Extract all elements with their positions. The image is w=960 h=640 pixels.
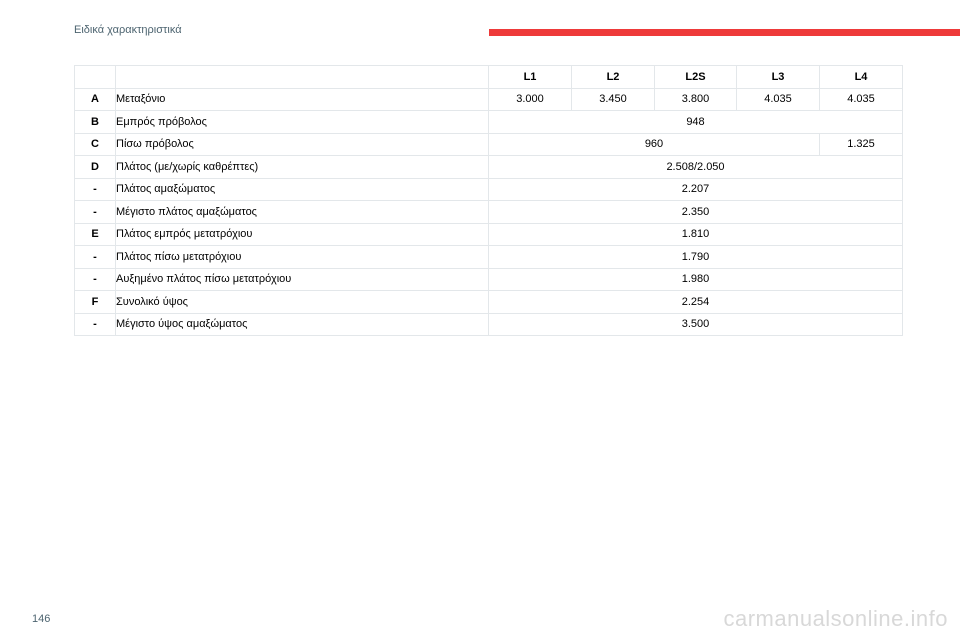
row-label: Πλάτος (με/χωρίς καθρέπτες) — [115, 155, 489, 179]
row-code: - — [74, 267, 116, 291]
table-row: - Πλάτος πίσω μετατρόχιου 1.790 — [74, 245, 903, 269]
table-row: - Αυξημένο πλάτος πίσω μετατρόχιου 1.980 — [74, 267, 903, 291]
page-number: 146 — [32, 613, 51, 625]
value-cell: 4.035 — [819, 87, 903, 111]
table-row: D Πλάτος (με/χωρίς καθρέπτες) 2.508/2.05… — [74, 155, 903, 179]
row-label: Μέγιστο πλάτος αμαξώματος — [115, 200, 489, 224]
row-label: Μέγιστο ύψος αμαξώματος — [115, 312, 489, 336]
table-row: A Μεταξόνιο 3.000 3.450 3.800 4.035 4.03… — [74, 87, 903, 111]
value-cell: 4.035 — [736, 87, 820, 111]
section-title: Ειδικά χαρακτηριστικά — [74, 24, 182, 36]
table-row: - Πλάτος αμαξώματος 2.207 — [74, 177, 903, 201]
table-row: B Εμπρός πρόβολος 948 — [74, 110, 903, 134]
value-cell: 960 — [488, 132, 820, 156]
value-cell: 948 — [488, 110, 903, 134]
value-cell: 3.800 — [654, 87, 737, 111]
value-cell: 3.450 — [571, 87, 655, 111]
row-label: Εμπρός πρόβολος — [115, 110, 489, 134]
row-code: D — [74, 155, 116, 179]
header-blank-cell — [74, 65, 116, 89]
row-code: B — [74, 110, 116, 134]
watermark: carmanualsonline.info — [723, 606, 948, 631]
column-header: L2 — [571, 65, 655, 89]
dimensions-table: L1 L2 L2S L3 L4 A Μεταξόνιο 3.000 3.450 … — [74, 65, 903, 336]
table-row: C Πίσω πρόβολος 960 1.325 — [74, 132, 903, 156]
row-code: F — [74, 290, 116, 314]
column-header: L2S — [654, 65, 737, 89]
row-label: Συνολικό ύψος — [115, 290, 489, 314]
row-code: - — [74, 312, 116, 336]
row-label: Πλάτος πίσω μετατρόχιου — [115, 245, 489, 269]
accent-bar — [489, 29, 960, 36]
table-row: F Συνολικό ύψος 2.254 — [74, 290, 903, 314]
table-row: - Μέγιστο ύψος αμαξώματος 3.500 — [74, 312, 903, 336]
row-label: Πλάτος εμπρός μετατρόχιου — [115, 222, 489, 246]
row-code: A — [74, 87, 116, 111]
row-label: Πίσω πρόβολος — [115, 132, 489, 156]
row-code: - — [74, 200, 116, 224]
column-header: L1 — [488, 65, 572, 89]
table-row: - Μέγιστο πλάτος αμαξώματος 2.350 — [74, 200, 903, 224]
value-cell: 2.254 — [488, 290, 903, 314]
table-header-row: L1 L2 L2S L3 L4 — [74, 65, 903, 89]
row-code: C — [74, 132, 116, 156]
row-code: - — [74, 245, 116, 269]
value-cell: 2.350 — [488, 200, 903, 224]
row-label: Αυξημένο πλάτος πίσω μετατρόχιου — [115, 267, 489, 291]
value-cell: 3.500 — [488, 312, 903, 336]
value-cell: 2.207 — [488, 177, 903, 201]
value-cell: 2.508/2.050 — [488, 155, 903, 179]
row-label: Πλάτος αμαξώματος — [115, 177, 489, 201]
value-cell: 1.810 — [488, 222, 903, 246]
row-label: Μεταξόνιο — [115, 87, 489, 111]
table-row: E Πλάτος εμπρός μετατρόχιου 1.810 — [74, 222, 903, 246]
header-blank-cell — [115, 65, 489, 89]
value-cell: 1.325 — [819, 132, 903, 156]
value-cell: 1.980 — [488, 267, 903, 291]
value-cell: 1.790 — [488, 245, 903, 269]
row-code: E — [74, 222, 116, 246]
value-cell: 3.000 — [488, 87, 572, 111]
column-header: L4 — [819, 65, 903, 89]
row-code: - — [74, 177, 116, 201]
column-header: L3 — [736, 65, 820, 89]
